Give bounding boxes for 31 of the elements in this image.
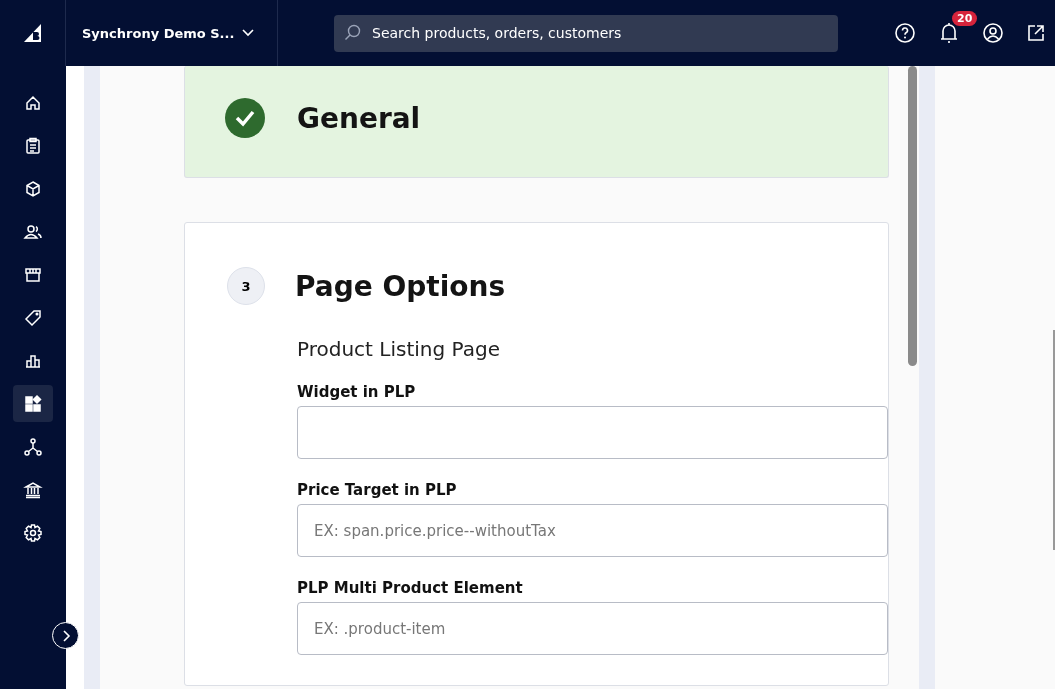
nodes-icon xyxy=(23,436,43,457)
text-input-field[interactable]: EX: .product-item xyxy=(297,602,888,655)
bank-icon xyxy=(23,479,43,500)
text-input-field[interactable]: EX: span.price.price--withoutTax xyxy=(297,504,888,557)
search-field[interactable]: Search products, orders, customers xyxy=(370,24,828,42)
user-account-icon[interactable] xyxy=(982,22,1004,44)
text-input-field[interactable] xyxy=(297,406,888,459)
help-icon[interactable] xyxy=(894,22,916,44)
clipboard-icon xyxy=(23,135,43,156)
step-title: General xyxy=(297,101,421,135)
settings-icon xyxy=(23,522,43,543)
field-label: Widget in PLP xyxy=(297,383,417,401)
step-title: Page Options xyxy=(295,269,506,303)
step-number: 3 xyxy=(227,267,265,305)
field-label: Price Target in PLP xyxy=(297,481,458,499)
check-circle-icon xyxy=(225,98,265,138)
widgets-icon xyxy=(23,393,43,414)
chevron-right-icon xyxy=(60,629,71,642)
sidebar-item[interactable] xyxy=(13,385,53,422)
chevron-down-icon xyxy=(242,29,255,37)
notification-bell-icon[interactable] xyxy=(938,21,960,45)
external-link-icon[interactable] xyxy=(1026,23,1046,43)
search-box[interactable]: Search products, orders, customers xyxy=(334,14,838,52)
logo-icon[interactable] xyxy=(22,23,43,43)
box-icon xyxy=(23,178,43,199)
notification-count: 20 xyxy=(952,11,978,26)
section-subtitle: Product Listing Page xyxy=(297,337,501,361)
tag-icon xyxy=(23,307,43,328)
search-icon xyxy=(344,24,362,42)
field-label: PLP Multi Product Element xyxy=(297,579,524,597)
scrollbar-thumb[interactable] xyxy=(908,66,917,366)
